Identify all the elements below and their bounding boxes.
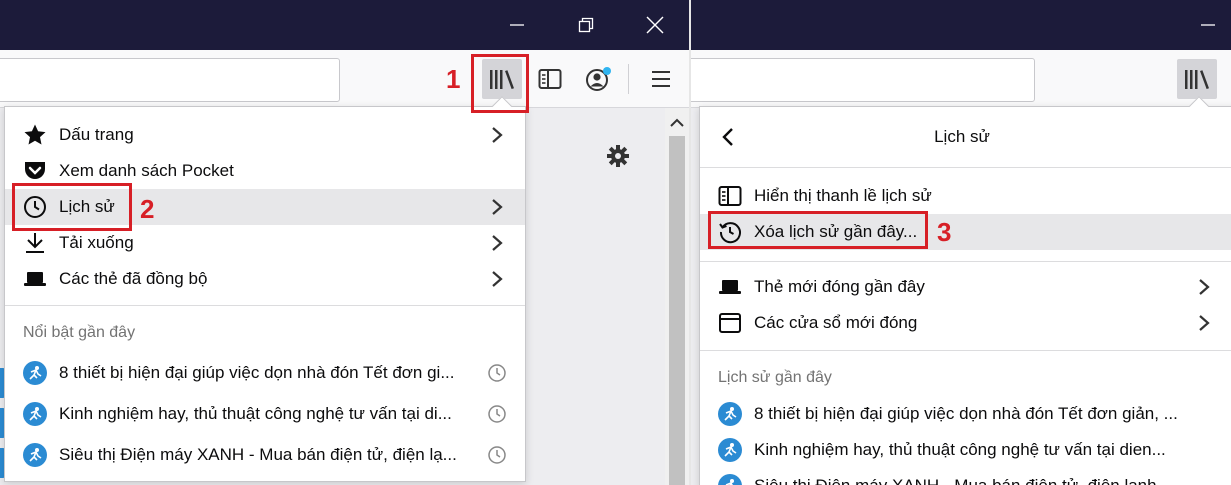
library-menu-panel: Dấu trang Xem danh sách Pocket Lịch sử T… — [4, 96, 526, 482]
menu-item-bookmarks[interactable]: Dấu trang — [5, 117, 525, 153]
clock-icon — [488, 405, 506, 423]
clock-icon — [488, 364, 506, 382]
restore-icon — [578, 17, 594, 33]
account-icon — [586, 67, 611, 91]
annotation-box-library — [471, 54, 529, 113]
history-item-label: Kinh nghiệm hay, thủ thuật công nghệ tư … — [59, 404, 452, 423]
menu-item-label: Dấu trang — [59, 125, 134, 144]
minimize-button[interactable] — [1185, 0, 1231, 50]
menu-separator — [5, 305, 525, 306]
library-icon — [1185, 70, 1209, 89]
history-item-label: Kinh nghiệm hay, thủ thuật công nghệ tư … — [754, 440, 1166, 459]
menu-item-label: Hiển thị thanh lề lịch sử — [754, 186, 932, 205]
scroll-thumb[interactable] — [669, 136, 685, 485]
sidebar-icon — [718, 184, 742, 208]
scrollbar[interactable] — [665, 108, 689, 485]
library-button[interactable] — [1177, 59, 1217, 99]
account-button[interactable] — [579, 59, 619, 99]
menu-item-show-history-sidebar[interactable]: Hiển thị thanh lề lịch sử — [700, 178, 1231, 214]
left-browser-window: Dấu trang Xem danh sách Pocket Lịch sử T… — [0, 0, 689, 485]
history-item[interactable]: Siêu thị Điện máy XANH - Mua bán điện tử… — [5, 437, 525, 473]
menu-item-label: Xem danh sách Pocket — [59, 161, 234, 180]
history-item-label: 8 thiết bị hiện đại giúp việc dọn nhà đó… — [754, 404, 1178, 423]
favicon-icon — [718, 474, 742, 485]
minimize-icon — [510, 24, 524, 26]
favicon-icon — [718, 438, 742, 462]
subview-title: Lịch sử — [934, 127, 990, 146]
nav-toolbar — [691, 50, 1231, 108]
step-marker-2: 2 — [140, 194, 155, 224]
clock-icon — [488, 446, 506, 464]
chevron-right-icon — [1199, 279, 1210, 295]
nav-toolbar — [0, 50, 689, 108]
section-title: Lịch sử gần đây — [718, 369, 832, 386]
synced-tabs-icon — [23, 267, 47, 291]
chevron-right-icon — [1199, 315, 1210, 331]
step-marker-1: 1 — [446, 64, 461, 94]
history-item[interactable]: 8 thiết bị hiện đại giúp việc dọn nhà đó… — [700, 396, 1231, 432]
gear-icon — [607, 145, 629, 167]
history-item-label: Siêu thị Điện máy XANH - Mua bán điện tử… — [754, 476, 1214, 485]
favicon-icon — [23, 402, 47, 426]
hamburger-icon — [652, 71, 670, 87]
section-title: Nổi bật gần đây — [23, 324, 136, 341]
minimize-button[interactable] — [494, 0, 540, 50]
history-item-label: 8 thiết bị hiện đại giúp việc dọn nhà đó… — [59, 363, 455, 382]
close-icon — [646, 16, 664, 34]
history-item[interactable]: 8 thiết bị hiện đại giúp việc dọn nhà đó… — [5, 355, 525, 391]
star-icon — [23, 123, 47, 147]
favicon-icon — [23, 443, 47, 467]
step-marker-3: 3 — [937, 217, 952, 247]
restore-button[interactable] — [563, 0, 609, 50]
history-item[interactable]: Siêu thị Điện máy XANH - Mua bán điện tử… — [700, 468, 1231, 485]
favicon-icon — [718, 402, 742, 426]
toolbar-separator — [628, 64, 629, 94]
annotation-box-clear-history — [708, 211, 928, 249]
subview-header: Lịch sử — [700, 107, 1231, 167]
menu-item-label: Các thẻ đã đồng bộ — [59, 269, 208, 288]
minimize-icon — [1201, 24, 1215, 26]
pocket-icon — [23, 159, 47, 183]
chevron-right-icon — [492, 199, 503, 215]
right-browser-window: Lịch sử Hiển thị thanh lề lịch sử Xóa lị… — [691, 0, 1231, 485]
history-item-label: Siêu thị Điện máy XANH - Mua bán điện tử… — [59, 445, 457, 464]
scroll-up-icon — [670, 118, 684, 127]
menu-item-label: Các cửa sổ mới đóng — [754, 313, 918, 332]
menu-item-recently-closed-windows[interactable]: Các cửa sổ mới đóng — [700, 305, 1231, 341]
sidebar-icon — [538, 69, 562, 89]
menu-item-synced-tabs[interactable]: Các thẻ đã đồng bộ — [5, 261, 525, 297]
annotation-box-history — [12, 183, 132, 231]
url-bar[interactable] — [691, 58, 1035, 102]
title-bar — [0, 0, 689, 50]
history-item[interactable]: Kinh nghiệm hay, thủ thuật công nghệ tư … — [5, 396, 525, 432]
menu-separator — [700, 350, 1231, 351]
close-button[interactable] — [632, 0, 678, 50]
chevron-right-icon — [492, 127, 503, 143]
menu-separator — [700, 167, 1231, 168]
menu-button[interactable] — [641, 59, 681, 99]
menu-item-label: Tải xuống — [59, 233, 134, 252]
history-item[interactable]: Kinh nghiệm hay, thủ thuật công nghệ tư … — [700, 432, 1231, 468]
url-bar[interactable] — [0, 58, 340, 102]
chevron-right-icon — [492, 271, 503, 287]
sidebar-button[interactable] — [530, 59, 570, 99]
menu-item-recently-closed-tabs[interactable]: Thẻ mới đóng gần đây — [700, 269, 1231, 305]
favicon-icon — [23, 361, 47, 385]
window-icon — [718, 311, 742, 335]
title-bar — [691, 0, 1231, 50]
menu-item-label: Thẻ mới đóng gần đây — [754, 277, 925, 296]
history-subview-panel: Lịch sử Hiển thị thanh lề lịch sử Xóa lị… — [699, 96, 1231, 485]
chevron-right-icon — [492, 235, 503, 251]
download-icon — [23, 231, 47, 255]
tab-icon — [718, 275, 742, 299]
menu-separator — [700, 261, 1231, 262]
